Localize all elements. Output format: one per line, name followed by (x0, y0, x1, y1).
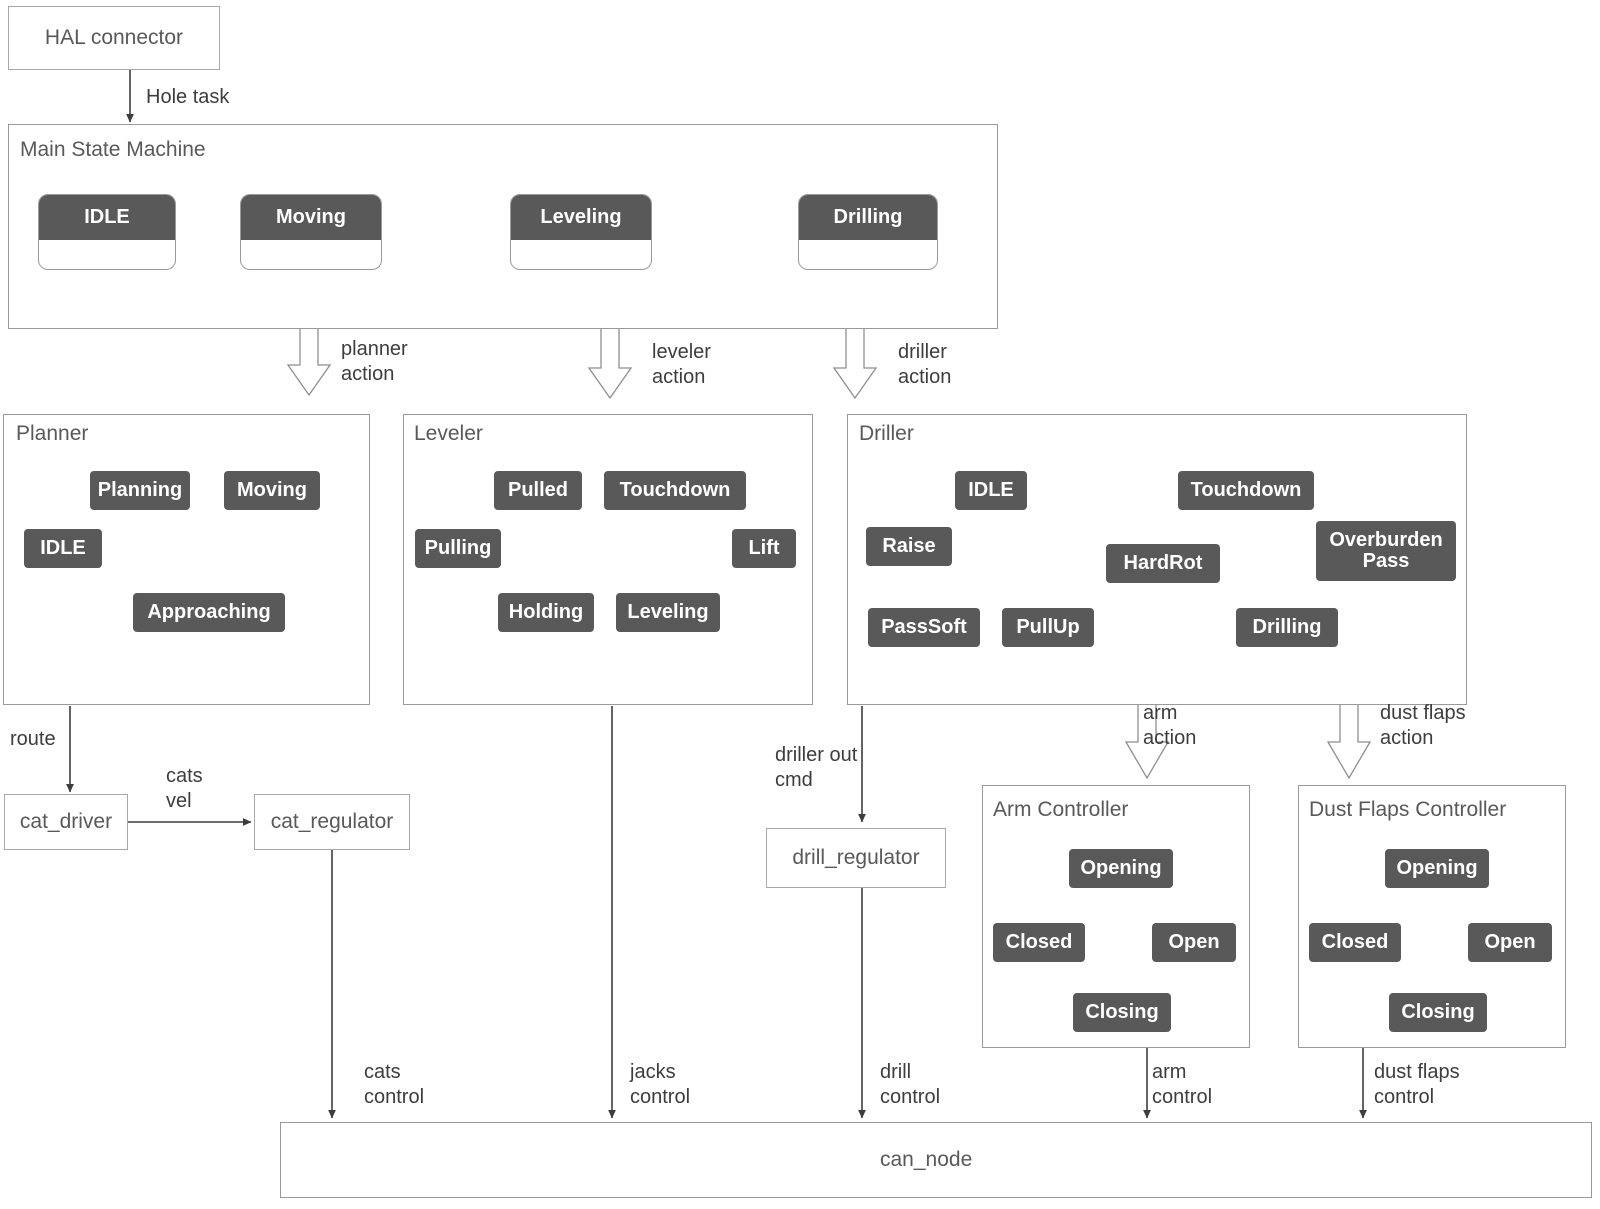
leveler-state-pulled[interactable]: Pulled (494, 471, 582, 510)
hal-connector-node[interactable]: HAL connector (8, 6, 220, 70)
main-state-machine-title: Main State Machine (20, 138, 206, 161)
edge-label-arm-control: arm control (1152, 1061, 1213, 1108)
cat-driver-label: cat_driver (19, 810, 113, 833)
leveler-title: Leveler (414, 422, 483, 445)
main-state-leveling-label: Leveling (511, 195, 651, 240)
leveler-state-holding[interactable]: Holding (498, 593, 594, 632)
dust-flaps-state-closed[interactable]: Closed (1309, 923, 1401, 962)
driller-state-drilling[interactable]: Drilling (1236, 608, 1338, 647)
edge-label-drill-control: drill control (880, 1061, 941, 1108)
dust-flaps-state-open[interactable]: Open (1468, 923, 1552, 962)
planner-title: Planner (16, 422, 89, 445)
leveler-state-leveling[interactable]: Leveling (616, 593, 720, 632)
planner-state-planning[interactable]: Planning (90, 471, 190, 510)
main-state-idle-label: IDLE (39, 195, 175, 240)
cat-driver-node[interactable]: cat_driver (4, 794, 128, 850)
driller-state-passsoft[interactable]: PassSoft (868, 608, 980, 647)
edge-label-cats-control: cats control (364, 1061, 425, 1108)
arm-state-closing[interactable]: Closing (1073, 993, 1171, 1032)
edge-label-driller-out-cmd: driller out cmd (775, 744, 858, 791)
dust-flaps-state-closing[interactable]: Closing (1389, 993, 1487, 1032)
leveler-state-lift[interactable]: Lift (732, 529, 796, 568)
dust-flaps-state-opening[interactable]: Opening (1385, 849, 1489, 888)
edge-label-arm-action: arm action (1143, 702, 1197, 749)
leveler-state-touchdown[interactable]: Touchdown (604, 471, 746, 510)
cat-regulator-label: cat_regulator (270, 810, 394, 833)
edge-label-leveler-action: leveler action (652, 341, 711, 388)
driller-state-overburden-pass[interactable]: Overburden Pass (1316, 521, 1456, 581)
edge-label-dust-flaps-control: dust flaps control (1374, 1061, 1460, 1108)
edge-label-route: route (10, 728, 56, 750)
edge-label-dust-flaps-action: dust flaps action (1380, 702, 1466, 749)
main-state-drilling[interactable]: Drilling (798, 194, 938, 270)
edge-label-hole-task: Hole task (146, 86, 230, 108)
main-state-leveling[interactable]: Leveling (510, 194, 652, 270)
driller-state-hardrot[interactable]: HardRot (1106, 544, 1220, 583)
can-node-label: can_node (880, 1148, 973, 1171)
driller-title: Driller (859, 422, 914, 445)
dust-flaps-controller-title: Dust Flaps Controller (1309, 798, 1507, 821)
planner-state-idle[interactable]: IDLE (24, 529, 102, 568)
hal-connector-label: HAL connector (44, 26, 184, 49)
main-state-drilling-label: Drilling (799, 195, 937, 240)
driller-state-pullup[interactable]: PullUp (1002, 608, 1094, 647)
arm-controller-title: Arm Controller (993, 798, 1129, 821)
planner-state-approaching[interactable]: Approaching (133, 593, 285, 632)
drill-regulator-node[interactable]: drill_regulator (766, 828, 946, 888)
cat-regulator-node[interactable]: cat_regulator (254, 794, 410, 850)
main-state-idle[interactable]: IDLE (38, 194, 176, 270)
planner-state-moving[interactable]: Moving (224, 471, 320, 510)
arm-state-opening[interactable]: Opening (1069, 849, 1173, 888)
driller-state-touchdown[interactable]: Touchdown (1178, 471, 1314, 510)
edge-label-jacks-control: jacks control (630, 1061, 691, 1108)
arm-state-closed[interactable]: Closed (993, 923, 1085, 962)
arm-state-open[interactable]: Open (1152, 923, 1236, 962)
driller-state-raise[interactable]: Raise (866, 527, 952, 566)
edge-label-driller-action: driller action (898, 341, 952, 388)
edge-label-cats-vel: cats vel (166, 765, 203, 812)
drill-regulator-label: drill_regulator (792, 846, 920, 869)
edge-label-planner-action: planner action (341, 338, 408, 385)
main-state-moving[interactable]: Moving (240, 194, 382, 270)
leveler-state-pulling[interactable]: Pulling (415, 529, 501, 568)
driller-state-idle[interactable]: IDLE (955, 471, 1027, 510)
main-state-moving-label: Moving (241, 195, 381, 240)
